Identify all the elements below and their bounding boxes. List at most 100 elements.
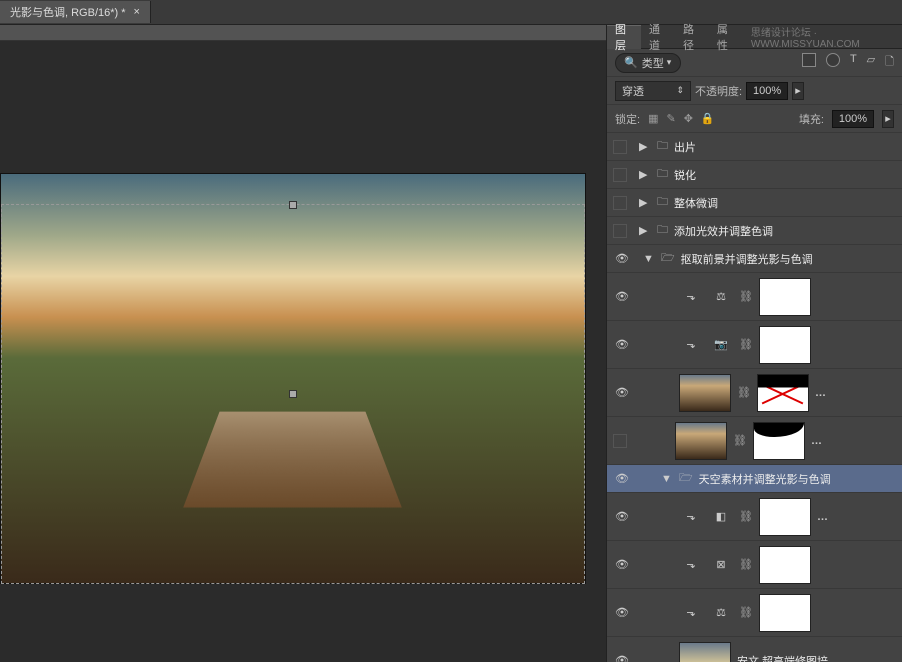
folder-icon: 🗀 (657, 165, 668, 184)
layer-group[interactable]: ▶ 🗀 锐化 (607, 161, 902, 189)
workspace: 图层 通道 路径 属性 思绪设计论坛 · WWW.MISSYUAN.COM 🔍 … (0, 25, 902, 662)
layer-group-selected[interactable]: 👁 ▼ 🗁 天空素材并调整光影与色调 (607, 465, 902, 493)
watermark: 思绪设计论坛 · WWW.MISSYUAN.COM (743, 25, 902, 49)
transform-bounds[interactable] (1, 204, 585, 584)
clip-icon: ⬎ (679, 558, 703, 571)
right-panels: 图层 通道 路径 属性 思绪设计论坛 · WWW.MISSYUAN.COM 🔍 … (606, 25, 902, 662)
lock-transparent-icon[interactable]: ▦ (648, 112, 658, 125)
expand-icon[interactable]: ▶ (639, 196, 651, 209)
visibility-toggle[interactable]: 👁 (613, 251, 631, 267)
layer-name[interactable]: 添加光效并调整色调 (674, 223, 896, 239)
link-icon[interactable]: ⛓ (739, 338, 753, 351)
canvas-image[interactable] (0, 173, 586, 584)
filter-adjust-icon[interactable] (826, 53, 840, 67)
layer-thumb[interactable] (675, 422, 727, 460)
collapse-icon[interactable]: ▼ (643, 253, 655, 265)
layer-effects-icon[interactable]: … (811, 435, 823, 447)
layer-adjustment[interactable]: 👁 ⬎ ⊠ ⛓ (607, 541, 902, 589)
layer-mask-thumb[interactable] (759, 278, 811, 316)
layer-adjustment[interactable]: 👁 ⬎ 📷 ⛓ (607, 321, 902, 369)
folder-icon: 🗀 (657, 193, 668, 212)
layer-effects-icon[interactable]: … (815, 387, 827, 399)
tab-paths[interactable]: 路径 (675, 25, 709, 49)
blend-mode-select[interactable]: 穿透 ⇕ (615, 81, 691, 101)
filter-kind-label: 类型 (642, 55, 664, 71)
layer-group[interactable]: ▶ 🗀 整体微调 (607, 189, 902, 217)
visibility-toggle[interactable]: 👁 (613, 509, 631, 525)
balance-icon: ⚖ (709, 290, 733, 303)
layer-filter-kind[interactable]: 🔍 类型▾ (615, 53, 681, 73)
layer-pixel[interactable]: ⛓ … (607, 417, 902, 465)
visibility-toggle[interactable]: 👁 (613, 605, 631, 621)
fill-stepper[interactable]: ▸ (882, 110, 894, 128)
canvas-area[interactable] (0, 25, 606, 662)
lock-paint-icon[interactable]: ✎ (666, 112, 675, 125)
link-icon[interactable]: ⛓ (733, 434, 747, 447)
layer-thumb[interactable] (679, 374, 731, 412)
layer-name[interactable]: 安文.超高端修图培... (737, 653, 896, 662)
filter-pixel-icon[interactable] (802, 53, 816, 67)
link-icon[interactable]: ⛓ (737, 386, 751, 399)
fill-value[interactable]: 100% (832, 110, 874, 128)
layer-adjustment[interactable]: 👁 ⬎ ⚖ ⛓ (607, 273, 902, 321)
transform-handle-top[interactable] (289, 201, 297, 209)
visibility-toggle[interactable]: 👁 (613, 385, 631, 401)
layer-mask-thumb[interactable] (753, 422, 805, 460)
layer-pixel[interactable]: 👁 ⛓ … (607, 369, 902, 417)
layer-adjustment[interactable]: 👁 ⬎ ◧ ⛓ … (607, 493, 902, 541)
layer-name[interactable]: 锐化 (674, 167, 896, 183)
layer-mask-thumb[interactable] (759, 498, 811, 536)
layer-name[interactable]: 天空素材并调整光影与色调 (699, 471, 896, 487)
layer-thumb[interactable] (679, 642, 731, 662)
visibility-toggle[interactable] (613, 168, 627, 182)
link-icon[interactable]: ⛓ (739, 510, 753, 523)
layer-mask-thumb[interactable] (759, 594, 811, 632)
link-icon[interactable]: ⛓ (739, 606, 753, 619)
layer-name[interactable]: 抠取前景并调整光影与色调 (681, 251, 896, 267)
layer-mask-thumb[interactable] (759, 546, 811, 584)
close-icon[interactable]: × (134, 6, 140, 18)
lock-position-icon[interactable]: ✥ (684, 112, 693, 125)
document-tab[interactable]: 光影与色调, RGB/16*) * × (0, 1, 151, 23)
lock-all-icon[interactable]: 🔒 (701, 112, 715, 125)
layer-mask-thumb[interactable] (759, 326, 811, 364)
visibility-toggle[interactable] (613, 140, 627, 154)
filter-smart-icon[interactable]: 🗋 (885, 53, 894, 72)
visibility-toggle[interactable] (613, 434, 627, 448)
opacity-stepper[interactable]: ▸ (792, 82, 804, 100)
visibility-toggle[interactable]: 👁 (613, 653, 631, 662)
tab-layers[interactable]: 图层 (607, 25, 641, 49)
layer-mask-disabled[interactable] (757, 374, 809, 412)
expand-icon[interactable]: ▶ (639, 140, 651, 153)
layer-smart-object[interactable]: 👁 安文.超高端修图培... (607, 637, 902, 662)
layer-group[interactable]: 👁 ▼ 🗁 抠取前景并调整光影与色调 (607, 245, 902, 273)
visibility-toggle[interactable]: 👁 (613, 471, 631, 487)
link-icon[interactable]: ⛓ (739, 558, 753, 571)
tab-properties[interactable]: 属性 (709, 25, 743, 49)
layer-name[interactable]: 出片 (674, 139, 896, 155)
link-icon[interactable]: ⛓ (739, 290, 753, 303)
layer-group[interactable]: ▶ 🗀 添加光效并调整色调 (607, 217, 902, 245)
opacity-value[interactable]: 100% (746, 82, 788, 100)
balance-icon: ⚖ (709, 606, 733, 619)
filter-shape-icon[interactable]: ▱ (867, 53, 875, 72)
layer-list[interactable]: ▶ 🗀 出片 ▶ 🗀 锐化 ▶ 🗀 整体微调 ▶ (607, 133, 902, 662)
filter-iconbar: T ▱ 🗋 (802, 53, 894, 72)
layer-name[interactable]: 整体微调 (674, 195, 896, 211)
expand-icon[interactable]: ▶ (639, 224, 651, 237)
document-tab-title: 光影与色调, RGB/16*) * (10, 4, 126, 20)
expand-icon[interactable]: ▶ (639, 168, 651, 181)
collapse-icon[interactable]: ▼ (661, 473, 673, 485)
layer-group[interactable]: ▶ 🗀 出片 (607, 133, 902, 161)
visibility-toggle[interactable] (613, 196, 627, 210)
panel-tab-bar: 图层 通道 路径 属性 思绪设计论坛 · WWW.MISSYUAN.COM (607, 25, 902, 49)
transform-handle-center[interactable] (289, 390, 297, 398)
filter-type-icon[interactable]: T (850, 53, 857, 72)
layer-adjustment[interactable]: 👁 ⬎ ⚖ ⛓ (607, 589, 902, 637)
visibility-toggle[interactable] (613, 224, 627, 238)
visibility-toggle[interactable]: 👁 (613, 557, 631, 573)
layer-effects-icon[interactable]: … (817, 511, 829, 523)
visibility-toggle[interactable]: 👁 (613, 289, 631, 305)
visibility-toggle[interactable]: 👁 (613, 337, 631, 353)
tab-channels[interactable]: 通道 (641, 25, 675, 49)
